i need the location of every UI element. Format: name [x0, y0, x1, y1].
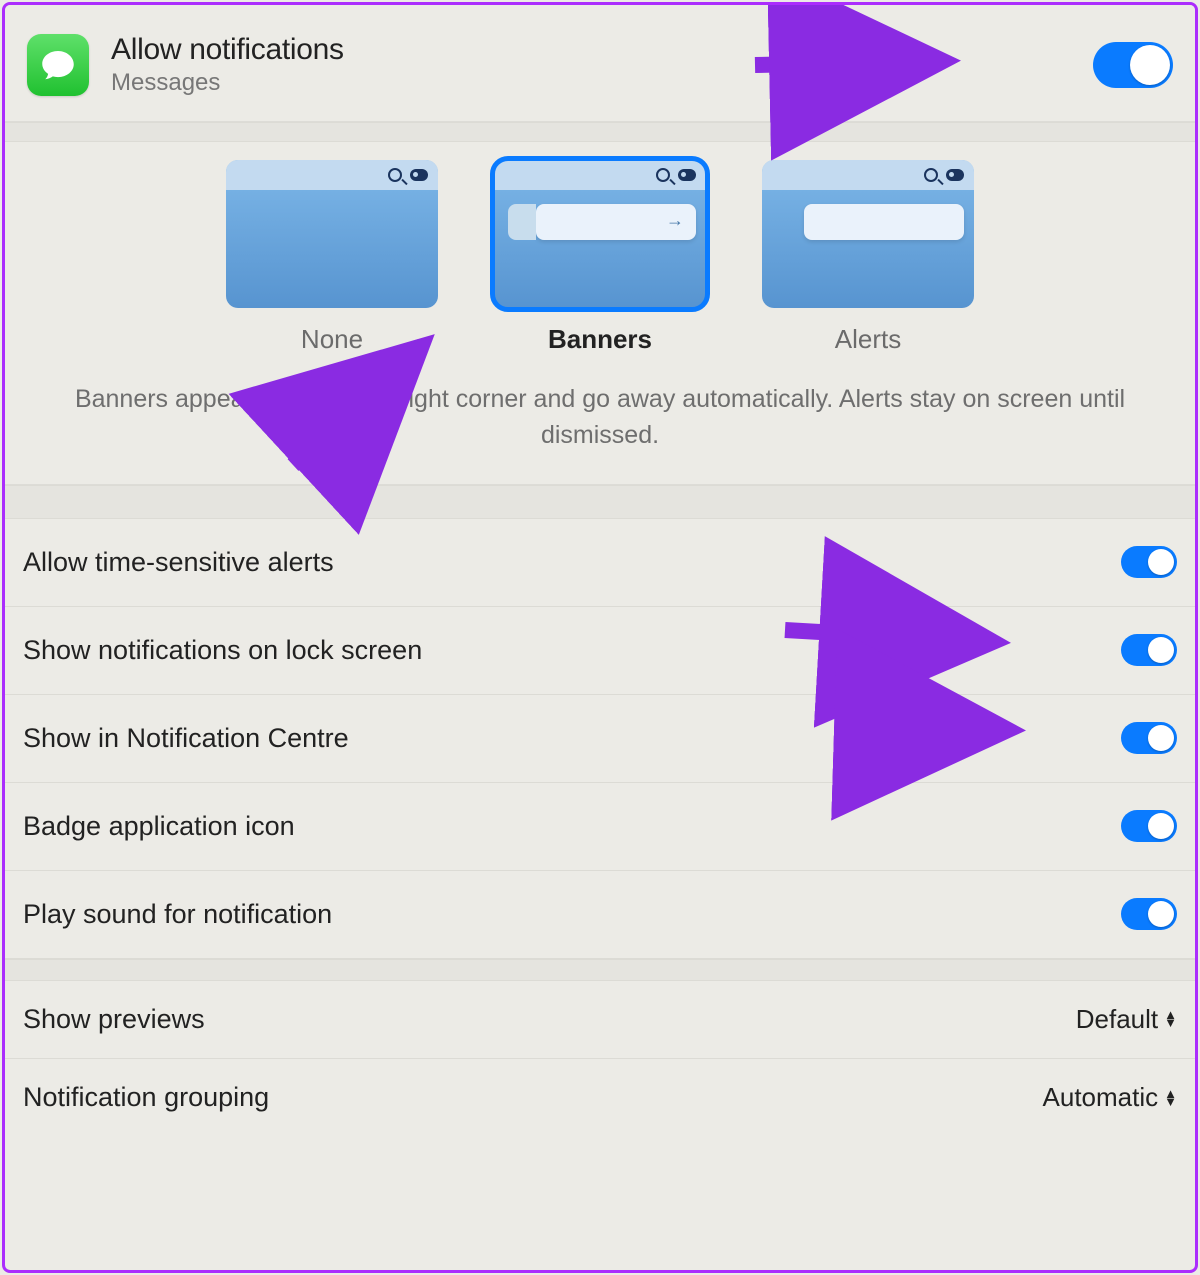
- notification-grouping-value[interactable]: Automatic ▲▼: [1043, 1082, 1177, 1113]
- show-previews-value[interactable]: Default ▲▼: [1076, 1004, 1177, 1035]
- lock-screen-toggle[interactable]: [1121, 634, 1177, 666]
- section-divider: [5, 959, 1195, 981]
- alert-style-none[interactable]: None: [226, 160, 438, 355]
- alert-style-banners-label: Banners: [494, 324, 706, 355]
- notification-centre-toggle[interactable]: [1121, 722, 1177, 754]
- section-divider: [5, 122, 1195, 142]
- banner-preview-icon: [536, 204, 696, 240]
- alert-style-section: None Banners Alerts Banners appear in th…: [5, 142, 1195, 485]
- row-time-sensitive: Allow time-sensitive alerts: [5, 519, 1195, 607]
- alert-style-alerts-thumb: [762, 160, 974, 308]
- row-label: Play sound for notification: [23, 899, 332, 930]
- control-center-icon: [946, 169, 964, 181]
- row-notification-grouping[interactable]: Notification grouping Automatic ▲▼: [5, 1059, 1195, 1137]
- row-sound: Play sound for notification: [5, 871, 1195, 959]
- row-label: Allow time-sensitive alerts: [23, 547, 334, 578]
- header-row: Allow notifications Messages: [5, 5, 1195, 122]
- section-divider: [5, 485, 1195, 519]
- alert-style-none-thumb: [226, 160, 438, 308]
- row-lock-screen: Show notifications on lock screen: [5, 607, 1195, 695]
- allow-notifications-title: Allow notifications: [111, 33, 1093, 67]
- sound-toggle[interactable]: [1121, 898, 1177, 930]
- row-badge: Badge application icon: [5, 783, 1195, 871]
- alert-style-alerts-label: Alerts: [762, 324, 974, 355]
- row-label: Show notifications on lock screen: [23, 635, 422, 666]
- control-center-icon: [410, 169, 428, 181]
- messages-app-icon: [27, 34, 89, 96]
- value-text: Default: [1076, 1004, 1158, 1035]
- app-name-subtitle: Messages: [111, 69, 1093, 97]
- alert-style-banners[interactable]: Banners: [494, 160, 706, 355]
- allow-notifications-toggle[interactable]: [1093, 42, 1173, 88]
- alert-style-alerts[interactable]: Alerts: [762, 160, 974, 355]
- search-icon: [924, 168, 938, 182]
- search-icon: [656, 168, 670, 182]
- search-icon: [388, 168, 402, 182]
- badge-toggle[interactable]: [1121, 810, 1177, 842]
- alert-style-banners-thumb: [494, 160, 706, 308]
- alert-style-options: None Banners Alerts: [25, 160, 1175, 355]
- row-notification-centre: Show in Notification Centre: [5, 695, 1195, 783]
- chevron-up-down-icon: ▲▼: [1164, 1011, 1177, 1027]
- row-label: Show in Notification Centre: [23, 723, 349, 754]
- chevron-up-down-icon: ▲▼: [1164, 1090, 1177, 1106]
- control-center-icon: [678, 169, 696, 181]
- row-label: Notification grouping: [23, 1082, 269, 1113]
- alert-style-description: Banners appear in the upper-right corner…: [25, 381, 1175, 454]
- row-label: Show previews: [23, 1004, 205, 1035]
- alert-style-none-label: None: [226, 324, 438, 355]
- row-label: Badge application icon: [23, 811, 295, 842]
- row-show-previews[interactable]: Show previews Default ▲▼: [5, 981, 1195, 1059]
- alert-preview-icon: [804, 204, 964, 240]
- time-sensitive-toggle[interactable]: [1121, 546, 1177, 578]
- value-text: Automatic: [1043, 1082, 1159, 1113]
